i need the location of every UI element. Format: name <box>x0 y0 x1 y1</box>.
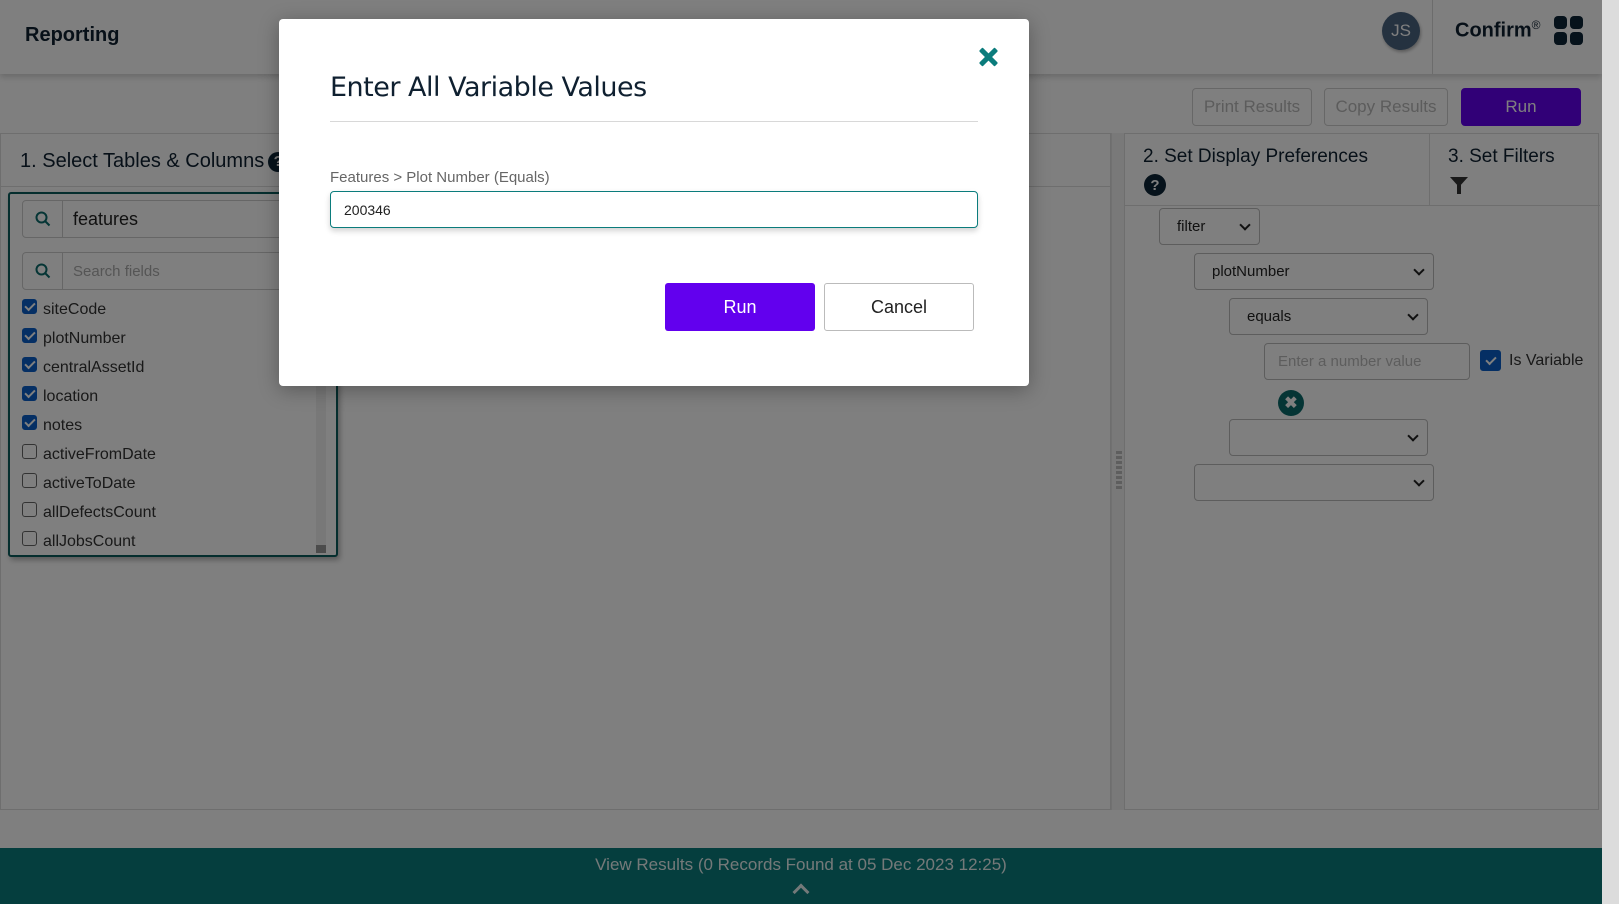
dialog-divider <box>330 121 978 122</box>
close-icon[interactable] <box>977 46 999 68</box>
dialog-cancel-button[interactable]: Cancel <box>824 283 974 331</box>
variable-value-input[interactable] <box>330 191 978 228</box>
variable-field-label: Features > Plot Number (Equals) <box>330 169 550 186</box>
variable-values-dialog: Enter All Variable Values Features > Plo… <box>279 19 1029 386</box>
dialog-run-button[interactable]: Run <box>665 283 815 331</box>
dialog-title: Enter All Variable Values <box>330 72 647 103</box>
page-scrollbar[interactable] <box>1602 0 1619 904</box>
